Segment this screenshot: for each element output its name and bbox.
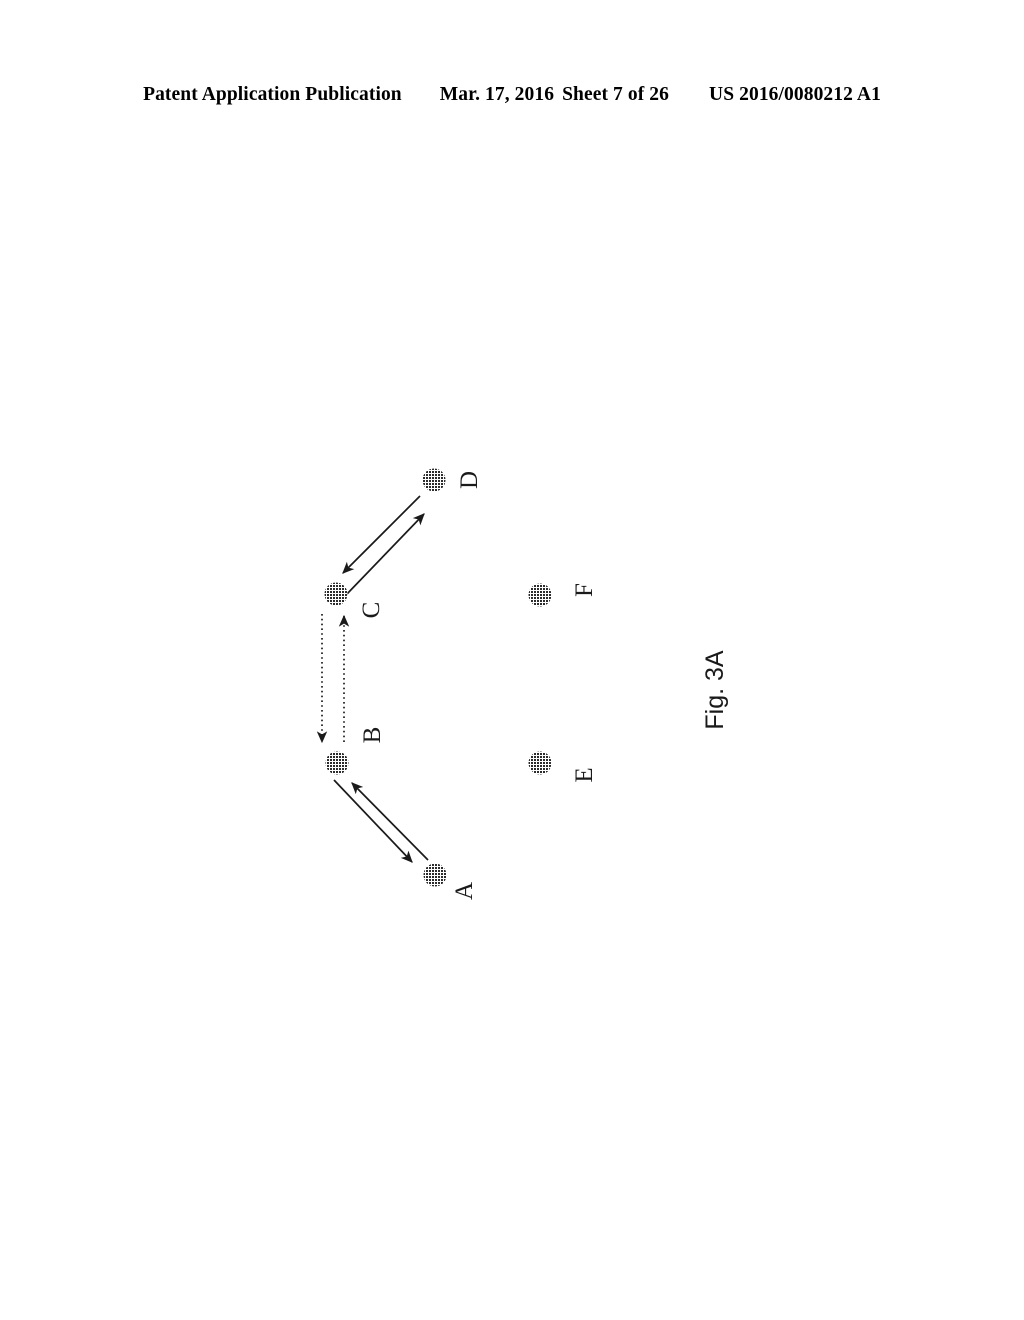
patent-page: Patent Application Publication Mar. 17, … xyxy=(0,0,1024,1320)
edge-b-to-a xyxy=(333,779,413,863)
figure-caption: Fig. 3A xyxy=(701,650,729,730)
node-label-b: B xyxy=(359,726,386,744)
node-label-c: C xyxy=(358,601,385,619)
node-label-e: E xyxy=(571,767,598,783)
edge-group-c-d xyxy=(342,495,425,596)
edge-group-a-b xyxy=(333,779,429,863)
edge-a-to-b xyxy=(351,782,429,861)
node-a[interactable] xyxy=(423,863,447,887)
node-d[interactable] xyxy=(422,468,446,492)
figure-3a: D C B A F E Fig. 3A xyxy=(0,0,1024,1320)
node-group xyxy=(324,468,552,887)
node-e[interactable] xyxy=(528,751,552,775)
figure-graph-svg xyxy=(316,468,552,887)
node-c[interactable] xyxy=(324,582,348,606)
edge-group-b-c xyxy=(316,614,350,744)
node-label-d: D xyxy=(456,470,483,490)
edge-d-to-c xyxy=(342,495,421,574)
node-label-a: A xyxy=(451,881,478,901)
edge-c-to-d xyxy=(345,513,425,596)
node-label-f: F xyxy=(571,583,598,597)
node-b[interactable] xyxy=(325,751,349,775)
node-f[interactable] xyxy=(528,583,552,607)
